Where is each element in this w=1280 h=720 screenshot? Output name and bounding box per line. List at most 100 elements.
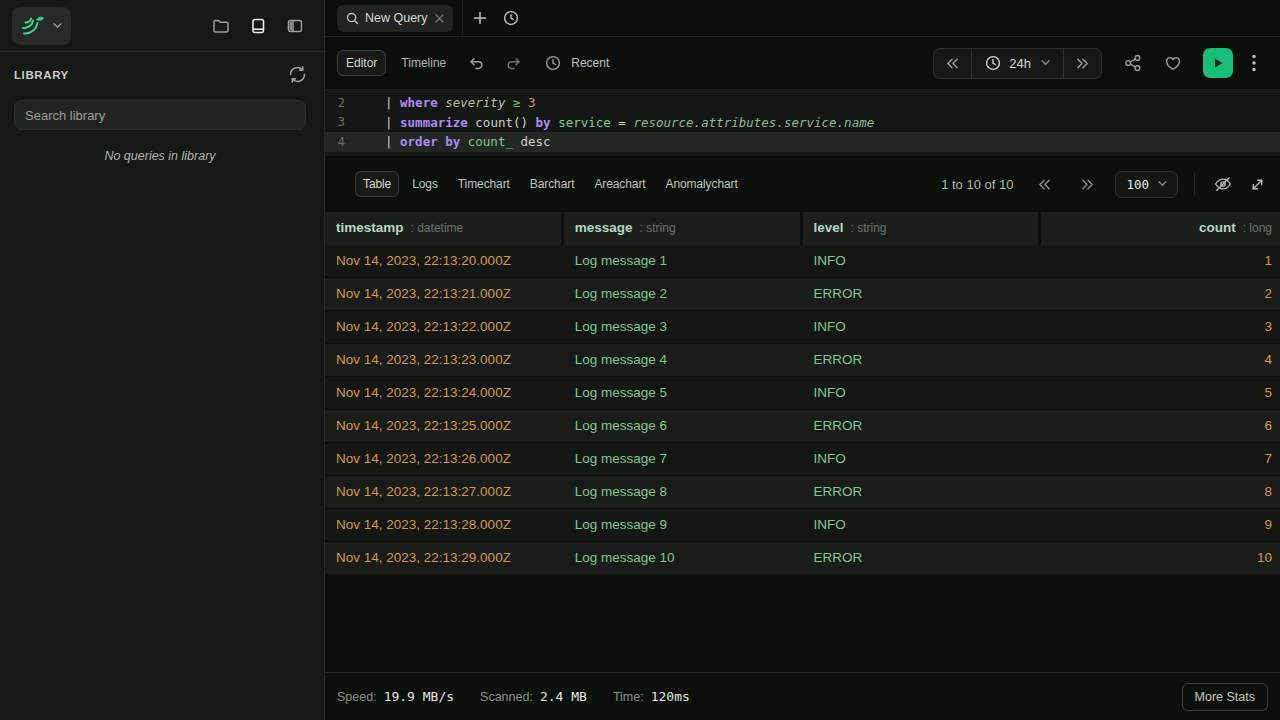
workspace-menu-button[interactable]: [12, 7, 71, 45]
code-text: | where severity ≥ 3: [345, 95, 536, 110]
table-row[interactable]: Nov 14, 2023, 22:13:25.000ZLog message 6…: [325, 410, 1280, 443]
folder-icon[interactable]: [212, 17, 230, 35]
cell-cnt: 10: [1041, 542, 1280, 574]
view-tab-table[interactable]: Table: [355, 171, 399, 197]
table-row[interactable]: Nov 14, 2023, 22:13:22.000ZLog message 3…: [325, 311, 1280, 344]
results-panel: Table Logs Timechart Barchart Areachart Anoma…: [325, 156, 1280, 720]
cell-lvl: ERROR: [803, 542, 1042, 574]
view-tab-areachart[interactable]: Areachart: [594, 177, 645, 191]
column-type: : long: [1243, 221, 1272, 235]
query-toolbar: Editor Timeline Recent: [325, 37, 1280, 90]
tab-strip: New Query: [325, 0, 1280, 37]
history-icon[interactable]: [503, 10, 519, 26]
view-tab-barchart[interactable]: Barchart: [530, 177, 575, 191]
cell-msg: Log message 5: [564, 377, 803, 409]
table-row[interactable]: Nov 14, 2023, 22:13:21.000ZLog message 2…: [325, 278, 1280, 311]
share-icon[interactable]: [1124, 54, 1142, 72]
time-forward-button[interactable]: [1064, 49, 1101, 78]
column-header-level[interactable]: level: string: [803, 212, 1042, 245]
column-header-count[interactable]: count : long: [1041, 212, 1280, 245]
sidebar: LIBRARY No queries in library: [0, 0, 325, 720]
results-empty-space: [325, 575, 1280, 673]
new-tab-button[interactable]: [473, 11, 487, 25]
cell-ts: Nov 14, 2023, 22:13:23.000Z: [325, 344, 564, 376]
pagination-range: 1 to 10 of 10: [941, 177, 1013, 192]
more-stats-button[interactable]: More Stats: [1182, 683, 1268, 711]
time-value: 120ms: [651, 689, 690, 704]
table-row[interactable]: Nov 14, 2023, 22:13:23.000ZLog message 4…: [325, 344, 1280, 377]
cell-lvl: ERROR: [803, 476, 1042, 508]
sidebar-panel-icon[interactable]: [286, 17, 304, 35]
time-label: Time:: [613, 690, 644, 704]
table-row[interactable]: Nov 14, 2023, 22:13:28.000ZLog message 9…: [325, 509, 1280, 542]
cell-ts: Nov 14, 2023, 22:13:27.000Z: [325, 476, 564, 508]
view-tab-anomalychart[interactable]: Anomalychart: [666, 177, 738, 191]
redo-icon[interactable]: [506, 55, 522, 71]
results-toolbar: Table Logs Timechart Barchart Areachart Anoma…: [325, 157, 1280, 212]
expand-icon[interactable]: [1249, 176, 1266, 193]
hide-columns-icon[interactable]: [1213, 174, 1233, 194]
clock-icon: [985, 55, 1001, 71]
editor-button[interactable]: Editor: [337, 50, 386, 76]
cell-lvl: INFO: [803, 377, 1042, 409]
table-row[interactable]: Nov 14, 2023, 22:13:24.000ZLog message 5…: [325, 377, 1280, 410]
cell-msg: Log message 2: [564, 278, 803, 310]
more-options-icon[interactable]: [1252, 54, 1256, 72]
scanned-label: Scanned:: [480, 690, 533, 704]
column-name: count: [1199, 220, 1236, 235]
table-row[interactable]: Nov 14, 2023, 22:13:26.000ZLog message 7…: [325, 443, 1280, 476]
cell-lvl: INFO: [803, 509, 1042, 541]
run-query-button[interactable]: [1203, 48, 1233, 78]
cell-lvl: INFO: [803, 311, 1042, 343]
time-range-control: 24h: [933, 48, 1102, 79]
undo-icon[interactable]: [468, 55, 484, 71]
page-last-icon[interactable]: [1080, 178, 1095, 191]
table-row[interactable]: Nov 14, 2023, 22:13:27.000ZLog message 8…: [325, 476, 1280, 509]
cell-ts: Nov 14, 2023, 22:13:21.000Z: [325, 278, 564, 310]
table-row[interactable]: Nov 14, 2023, 22:13:29.000ZLog message 1…: [325, 542, 1280, 575]
cell-lvl: ERROR: [803, 410, 1042, 442]
cell-cnt: 3: [1041, 311, 1280, 343]
timeline-button[interactable]: Timeline: [401, 56, 446, 70]
code-line[interactable]: 2| where severity ≥ 3: [325, 93, 1280, 113]
time-back-button[interactable]: [934, 49, 971, 78]
code-line[interactable]: 3| summarize count() by service = resour…: [325, 113, 1280, 133]
code-text: | summarize count() by service = resourc…: [345, 115, 874, 130]
line-number: 3: [325, 115, 345, 129]
code-lines: 2| where severity ≥ 33| summarize count(…: [325, 93, 1280, 152]
cell-cnt: 4: [1041, 344, 1280, 376]
query-editor[interactable]: 2| where severity ≥ 33| summarize count(…: [325, 90, 1280, 156]
favorite-icon[interactable]: [1164, 54, 1182, 72]
axiom-logo-icon: [19, 12, 47, 40]
table-row[interactable]: Nov 14, 2023, 22:13:20.000ZLog message 1…: [325, 245, 1280, 278]
stats-footer: Speed: 19.9 MB/s Scanned: 2.4 MB Time: 1…: [325, 672, 1280, 720]
library-icon[interactable]: [249, 17, 267, 35]
library-search[interactable]: [14, 100, 306, 130]
cell-cnt: 9: [1041, 509, 1280, 541]
cell-msg: Log message 7: [564, 443, 803, 475]
view-tab-timechart[interactable]: Timechart: [458, 177, 510, 191]
time-range-button[interactable]: 24h: [971, 49, 1064, 78]
library-search-input[interactable]: [25, 108, 295, 123]
cell-msg: Log message 10: [564, 542, 803, 574]
cell-ts: Nov 14, 2023, 22:13:24.000Z: [325, 377, 564, 409]
refresh-icon[interactable]: [289, 66, 306, 83]
cell-ts: Nov 14, 2023, 22:13:20.000Z: [325, 245, 564, 277]
recent-button[interactable]: Recent: [545, 55, 609, 71]
tab-close-icon[interactable]: [435, 14, 444, 23]
cell-msg: Log message 3: [564, 311, 803, 343]
column-header-message[interactable]: message: string: [564, 212, 803, 245]
line-number: 2: [325, 96, 345, 110]
scanned-value: 2.4 MB: [540, 689, 587, 704]
page-size-select[interactable]: 100: [1115, 171, 1178, 198]
chevron-down-icon: [1041, 60, 1050, 66]
cell-ts: Nov 14, 2023, 22:13:28.000Z: [325, 509, 564, 541]
view-tab-logs[interactable]: Logs: [412, 177, 438, 191]
column-header-timestamp[interactable]: timestamp: datetime: [325, 212, 564, 245]
page-first-icon[interactable]: [1037, 178, 1052, 191]
cell-msg: Log message 1: [564, 245, 803, 277]
cell-cnt: 8: [1041, 476, 1280, 508]
tab-new-query[interactable]: New Query: [337, 5, 453, 32]
code-line[interactable]: 4| order by count_ desc: [325, 132, 1280, 152]
cell-msg: Log message 4: [564, 344, 803, 376]
